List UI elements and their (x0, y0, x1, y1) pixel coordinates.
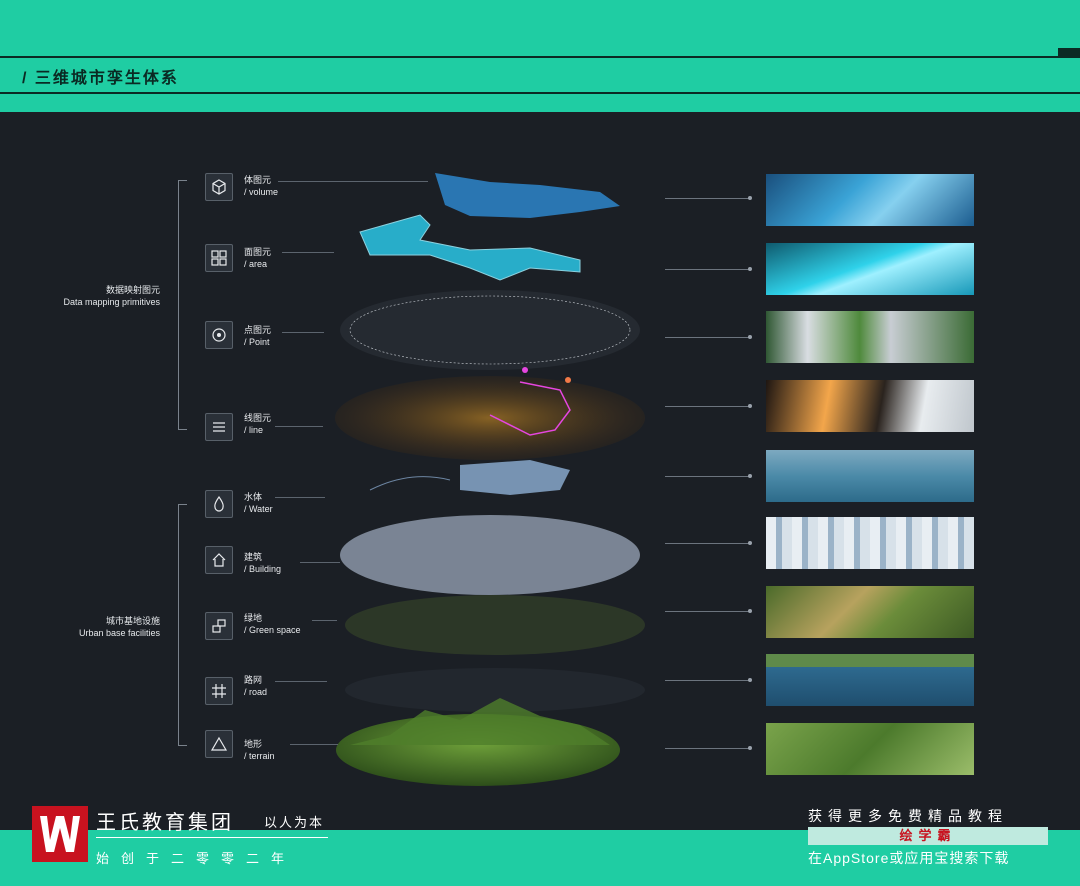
house-icon (205, 546, 233, 574)
thumb-building (766, 517, 974, 569)
thumb-leader (665, 746, 752, 750)
building-layer (340, 515, 640, 595)
group-label-zh: 数据映射图元 (105, 285, 160, 295)
thumb-point (766, 311, 974, 363)
group-label-en: Data mapping primitives (63, 297, 160, 307)
item-label-building: 建筑 / Building (244, 552, 282, 574)
item-label-area: 面图元 / area (244, 247, 272, 269)
header-band: / 三维城市孪生体系 (0, 0, 1080, 112)
brand-logo (32, 806, 88, 862)
thumb-leader (665, 267, 752, 271)
group-bracket-facilities (178, 504, 187, 746)
grid-icon (205, 244, 233, 272)
item-leader (282, 252, 334, 253)
item-leader (275, 426, 323, 427)
item-leader (282, 332, 324, 333)
brand-slogan: 以人为本 (264, 815, 325, 830)
drop-icon (205, 490, 233, 518)
line-layer (335, 376, 645, 460)
thumb-leader (665, 196, 752, 200)
item-leader (290, 744, 338, 745)
item-leader (300, 562, 340, 563)
thumb-road (766, 654, 974, 706)
thumb-water (766, 450, 974, 502)
target-icon (205, 321, 233, 349)
hash-icon (205, 677, 233, 705)
water-layer (460, 460, 570, 495)
promo-text-bottom: 在AppStore或应用宝搜索下载 (808, 850, 1010, 866)
header-rule-top (0, 56, 1080, 58)
item-leader (278, 181, 428, 182)
thumb-leader (665, 609, 752, 613)
group-label-en: Urban base facilities (78, 628, 160, 638)
thumb-green (766, 586, 974, 638)
header-corner-mark (1058, 48, 1080, 56)
group-label-zh: 城市基地设施 (105, 616, 160, 626)
item-label-water: 水体 / Water (244, 492, 273, 514)
item-leader (275, 681, 327, 682)
group-label-primitives: 数据映射图元 Data mapping primitives (0, 284, 160, 308)
point-layer (340, 290, 640, 370)
layered-city-illustration (335, 173, 645, 786)
brand-name: 王氏教育集团 (96, 812, 234, 834)
thumb-leader (665, 678, 752, 682)
thumb-leader (665, 474, 752, 478)
thumb-leader (665, 335, 752, 339)
thumb-terrain (766, 723, 974, 775)
item-leader (312, 620, 337, 621)
item-label-road: 路网 / road (244, 675, 268, 697)
thumb-leader (665, 404, 752, 408)
promo-app-name: 绘学霸 (808, 827, 1048, 845)
thumb-leader (665, 541, 752, 545)
lines-icon (205, 413, 233, 441)
item-label-green: 绿地 / Green space (244, 613, 301, 635)
item-label-line: 线图元 / line (244, 413, 272, 435)
item-leader (275, 497, 325, 498)
triangle-icon (205, 730, 233, 758)
volume-layer (435, 173, 620, 218)
brand-divider (96, 837, 328, 838)
thumb-line (766, 380, 974, 432)
page-title: / 三维城市孪生体系 (22, 70, 179, 87)
blocks-icon (205, 612, 233, 640)
group-label-facilities: 城市基地设施 Urban base facilities (0, 615, 160, 639)
item-label-volume: 体图元 / volume (244, 175, 279, 197)
thumb-volume (766, 174, 974, 226)
group-bracket-primitives (178, 180, 187, 430)
brand-year: 始创于二零零二年 (96, 851, 297, 866)
cube-icon (205, 173, 233, 201)
item-label-terrain: 地形 / terrain (244, 739, 275, 761)
green-layer (345, 595, 645, 655)
item-label-point: 点图元 / Point (244, 325, 272, 347)
header-rule-bottom (0, 92, 1080, 94)
thumb-area (766, 243, 974, 295)
promo-text-top: 获得更多免费精品教程 (808, 808, 1008, 824)
area-layer (359, 214, 581, 281)
